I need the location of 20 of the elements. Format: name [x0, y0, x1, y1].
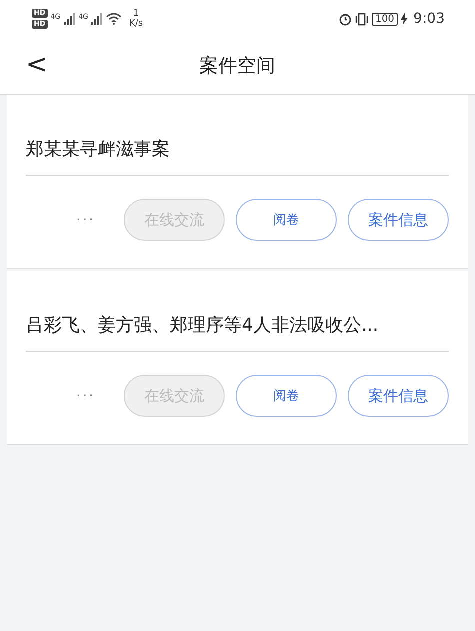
case-title: 吕彩飞、姜方强、郑理序等4人非法吸收公... [26, 271, 449, 352]
wifi-icon [106, 13, 122, 25]
action-button[interactable]: 案件信息 [348, 375, 449, 417]
more-button[interactable]: ··· [72, 387, 99, 405]
action-button[interactable]: 阅卷 [236, 199, 337, 241]
alarm-icon [339, 12, 352, 26]
vibrate-icon [355, 12, 370, 26]
back-button[interactable]: < [20, 50, 54, 80]
action-button[interactable]: 阅卷 [236, 375, 337, 417]
action-button[interactable]: 案件信息 [348, 199, 449, 241]
speed-value: 1 [133, 9, 140, 19]
battery-level: 100 [372, 12, 398, 26]
case-title: 郑某某寻衅滋事案 [26, 95, 449, 176]
page-title: 案件空间 [200, 54, 276, 79]
signal-icon [64, 13, 76, 25]
more-button[interactable]: ··· [72, 211, 99, 229]
clock-time: 9:03 [414, 11, 445, 27]
speed-unit: K/s [129, 19, 144, 29]
signal-icon [91, 13, 104, 25]
charging-icon [400, 13, 408, 25]
